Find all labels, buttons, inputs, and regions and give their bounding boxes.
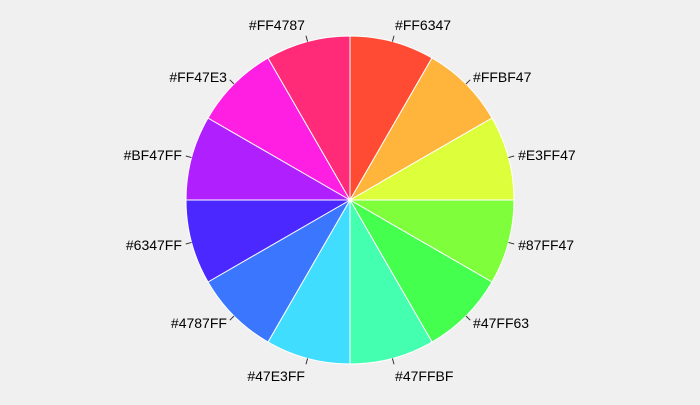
- slice-label: #6347FF: [126, 237, 182, 253]
- slice-label-tick: [465, 79, 471, 85]
- slice-label: #47FF63: [473, 315, 529, 331]
- slice-label-tick: [508, 155, 515, 159]
- pie-chart-svg: #FF6347 #FFBF47 #E3FF47 #87FF47 #47FF63 #47FF…: [124, 17, 576, 384]
- slice-label-tick: [465, 315, 471, 321]
- slice-label-tick: [229, 315, 235, 321]
- slice-label-tick: [508, 241, 515, 245]
- pie-chart: #FF6347 #FFBF47 #E3FF47 #87FF47 #47FF63 #47FF…: [0, 0, 700, 400]
- slice-label-tick: [391, 35, 395, 42]
- slice-label-tick: [229, 79, 235, 85]
- slice-label: #FF47E3: [169, 69, 227, 85]
- slice-label: #87FF47: [518, 237, 574, 253]
- slice-label: #47FFBF: [395, 368, 453, 384]
- slice-label: #E3FF47: [518, 147, 576, 163]
- slice-label-tick: [185, 241, 192, 245]
- slice-label: #BF47FF: [124, 147, 182, 163]
- slice-label-tick: [391, 358, 395, 365]
- slice-label: #FF4787: [249, 17, 305, 33]
- slice-label-tick: [185, 155, 192, 159]
- slice-label: #FF6347: [395, 17, 451, 33]
- slice-label: #FFBF47: [473, 69, 532, 85]
- slice-label: #47E3FF: [247, 368, 305, 384]
- slices-group: [185, 35, 515, 365]
- slice-label-tick: [305, 35, 309, 42]
- slice-label: #4787FF: [171, 315, 227, 331]
- slice-label-tick: [305, 358, 309, 365]
